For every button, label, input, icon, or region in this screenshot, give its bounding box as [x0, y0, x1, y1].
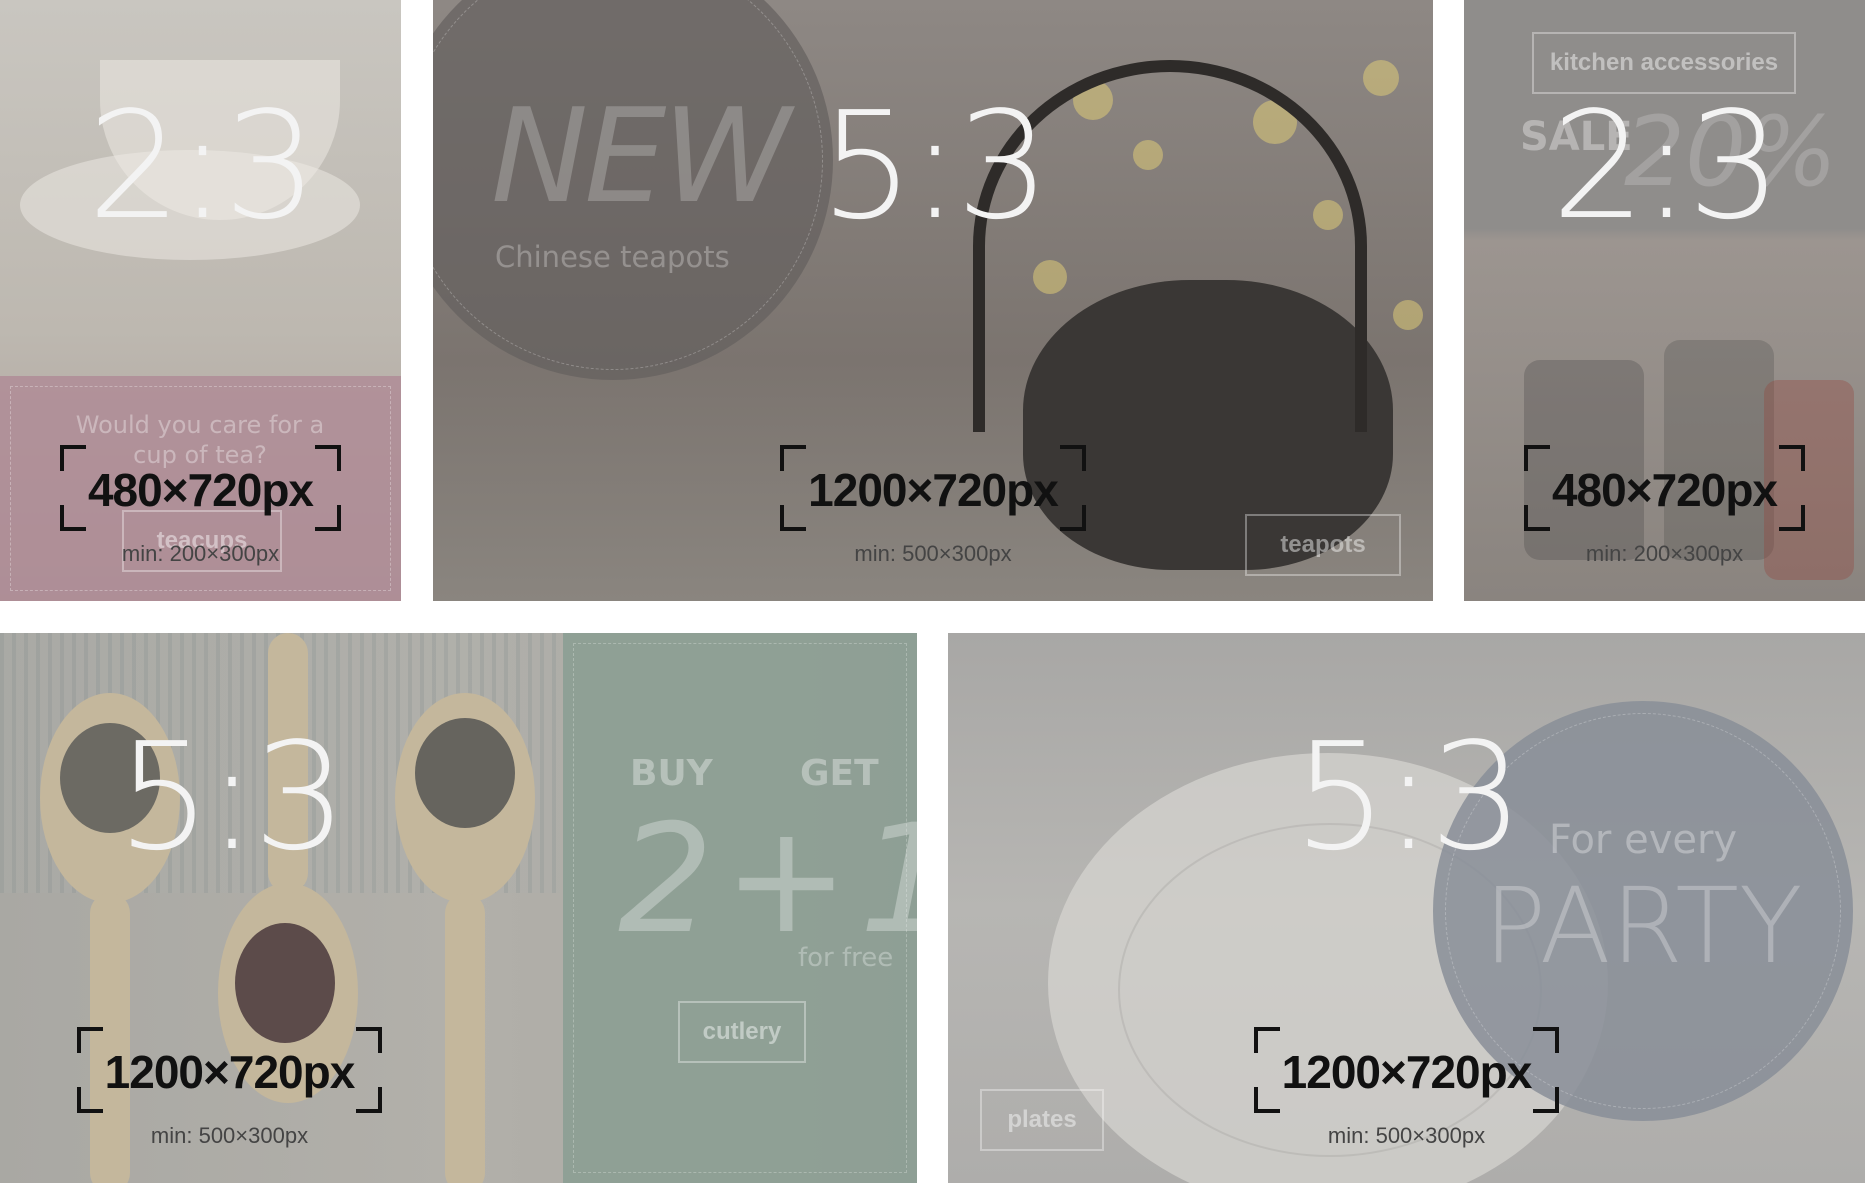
- dimension-block: 480×720px min: 200×300px: [1464, 445, 1865, 567]
- cutlery-button[interactable]: cutlery: [678, 1001, 806, 1063]
- banner-tile-teapots[interactable]: NEW Chinese teapots teapots 5:3 1200×720…: [433, 0, 1433, 601]
- min-size-label: min: 200×300px: [121, 541, 280, 566]
- banner-tile-kitchen-accessories[interactable]: kitchen accessories SALE 20% 2:3 480×720…: [1464, 0, 1865, 601]
- dimension-block: 480×720px min: 200×300px: [0, 445, 401, 567]
- dimension-label: 480×720px: [59, 445, 342, 531]
- dimension-block: 1200×720px min: 500×300px: [0, 1027, 688, 1149]
- min-size-label: min: 500×300px: [1327, 1123, 1486, 1148]
- min-size-label: min: 500×300px: [150, 1123, 309, 1148]
- dimension-label: 1200×720px: [780, 445, 1086, 531]
- dimension-block: 1200×720px min: 500×300px: [433, 445, 1433, 567]
- banner-tile-tea-cup[interactable]: Would you care for a cup of tea? teacups…: [0, 0, 401, 601]
- banner-tile-plates[interactable]: For every PARTY plates 5:3 1200×720px mi…: [948, 633, 1865, 1183]
- tea-leaves: [235, 923, 335, 1043]
- offer-suffix: for free: [798, 943, 894, 973]
- dimension-block: 1200×720px min: 500×300px: [948, 1027, 1865, 1149]
- banner-tile-cutlery[interactable]: BUY GET 2+1 for free cutlery 5:3 1200×72…: [0, 633, 917, 1183]
- min-size-label: min: 500×300px: [854, 541, 1012, 566]
- dimension-label: 1200×720px: [1253, 1027, 1560, 1113]
- aspect-ratio-label: 5:3: [116, 711, 347, 883]
- aspect-ratio-label: 5:3: [819, 80, 1050, 252]
- promo-subline: Chinese teapots: [495, 240, 730, 274]
- dimension-label: 480×720px: [1523, 445, 1806, 531]
- aspect-ratio-label: 5:3: [1293, 711, 1523, 883]
- min-size-label: min: 200×300px: [1585, 541, 1744, 566]
- aspect-ratio-label: 2:3: [87, 80, 317, 252]
- aspect-ratio-label: 2:3: [1551, 80, 1781, 252]
- party-line2: PARTY: [1483, 865, 1803, 987]
- dimension-label: 1200×720px: [76, 1027, 383, 1113]
